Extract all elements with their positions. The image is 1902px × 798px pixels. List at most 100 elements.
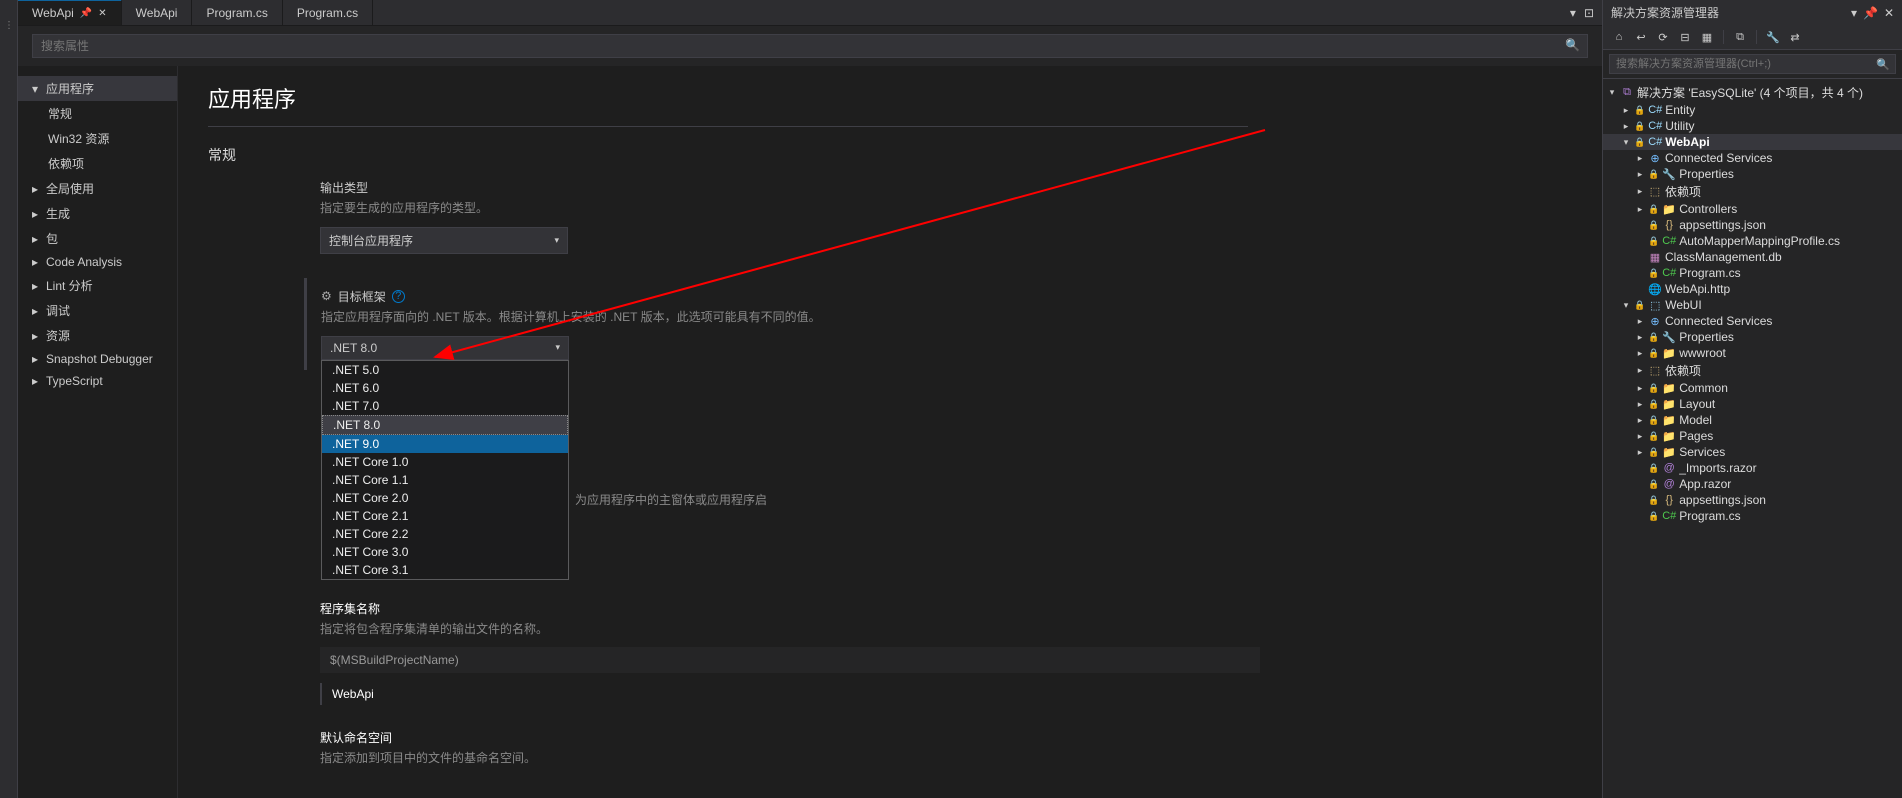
node-icon: {} xyxy=(1662,219,1676,231)
close-icon[interactable]: ✕ xyxy=(1884,6,1894,20)
maximize-icon[interactable]: ⊡ xyxy=(1584,6,1594,20)
default-namespace-label: 默认命名空间 xyxy=(320,729,1260,746)
framework-option[interactable]: .NET 9.0 xyxy=(322,435,568,453)
view-icon[interactable]: ⧉ xyxy=(1732,29,1748,45)
tree-item[interactable]: ▸⬚依赖项 xyxy=(1603,361,1902,380)
tree-item[interactable]: ▸🔒🔧Properties xyxy=(1603,329,1902,345)
solution-search-input[interactable] xyxy=(1609,54,1896,74)
pin-icon[interactable]: 📌 xyxy=(1863,6,1878,20)
solution-tree[interactable]: ▾⧉解决方案 'EasySQLite' (4 个项目，共 4 个)▸🔒C#Ent… xyxy=(1603,79,1902,798)
chevron-down-icon[interactable]: ▾ xyxy=(1851,6,1857,20)
close-icon[interactable]: ✕ xyxy=(98,8,106,19)
tree-item[interactable]: ▦ClassManagement.db xyxy=(1603,249,1902,265)
sidebar-item[interactable]: ▸全局使用 xyxy=(18,176,177,201)
sidebar-item[interactable]: ▸Lint 分析 xyxy=(18,273,177,298)
framework-option[interactable]: .NET Core 2.0 xyxy=(322,489,568,507)
framework-option[interactable]: .NET 6.0 xyxy=(322,379,568,397)
tree-item[interactable]: ▾🔒C#WebApi xyxy=(1603,134,1902,150)
tree-item[interactable]: ▸🔒📁Pages xyxy=(1603,428,1902,444)
preview-icon[interactable]: ⇄ xyxy=(1787,29,1803,45)
home-icon[interactable]: ⌂ xyxy=(1611,29,1627,45)
sidebar-item[interactable]: ▸Snapshot Debugger xyxy=(18,348,177,370)
framework-option[interactable]: .NET 8.0 xyxy=(322,415,568,435)
tree-item[interactable]: ▸⊕Connected Services xyxy=(1603,313,1902,329)
properties-icon[interactable]: 🔧 xyxy=(1765,29,1781,45)
framework-option[interactable]: .NET Core 3.0 xyxy=(322,543,568,561)
node-icon: ⬚ xyxy=(1648,185,1662,198)
node-icon: C# xyxy=(1648,104,1662,116)
assembly-name-value[interactable]: $(MSBuildProjectName) xyxy=(320,647,1260,673)
rail-icon[interactable]: ⋯ xyxy=(3,20,14,30)
lock-icon: 🔒 xyxy=(1634,105,1645,116)
tree-item[interactable]: ▸⬚依赖项 xyxy=(1603,182,1902,201)
tree-item[interactable]: ▸🔒📁Model xyxy=(1603,412,1902,428)
tree-item[interactable]: 🔒C#AutoMapperMappingProfile.cs xyxy=(1603,233,1902,249)
node-icon: 📁 xyxy=(1662,446,1676,459)
overflow-icon[interactable]: ▾ xyxy=(1570,6,1576,20)
sidebar-item[interactable]: ▸资源 xyxy=(18,323,177,348)
framework-option[interactable]: .NET 7.0 xyxy=(322,397,568,415)
search-icon[interactable]: 🔍 xyxy=(1876,58,1890,71)
tree-item[interactable]: ▸⊕Connected Services xyxy=(1603,150,1902,166)
tree-item[interactable]: 🔒@_Imports.razor xyxy=(1603,460,1902,476)
sidebar-item[interactable]: ▸生成 xyxy=(18,201,177,226)
framework-option[interactable]: .NET Core 3.1 xyxy=(322,561,568,579)
sidebar-item[interactable]: ▸包 xyxy=(18,226,177,251)
left-tool-rail[interactable]: ⋯ xyxy=(0,0,18,798)
property-page: 应用程序 常规 输出类型 指定要生成的应用程序的类型。 控制台应用程序▾ ⚙ 目… xyxy=(178,66,1602,798)
sidebar-item[interactable]: ▾应用程序 xyxy=(18,76,177,101)
editor-tab[interactable]: Program.cs xyxy=(192,0,282,25)
tree-item[interactable]: ▸🔒🔧Properties xyxy=(1603,166,1902,182)
lock-icon: 🔒 xyxy=(1648,399,1659,410)
target-framework-select[interactable]: .NET 8.0▾ xyxy=(321,336,569,360)
solution-node[interactable]: ▾⧉解决方案 'EasySQLite' (4 个项目，共 4 个) xyxy=(1603,83,1902,102)
framework-option[interactable]: .NET Core 2.2 xyxy=(322,525,568,543)
collapse-icon[interactable]: ⊟ xyxy=(1677,29,1693,45)
node-icon: ⬚ xyxy=(1648,299,1662,312)
sidebar-item[interactable]: ▸调试 xyxy=(18,298,177,323)
framework-option[interactable]: .NET Core 1.1 xyxy=(322,471,568,489)
property-categories: ▾应用程序常规Win32 资源依赖项▸全局使用▸生成▸包▸Code Analys… xyxy=(18,66,178,798)
help-icon[interactable]: ? xyxy=(392,290,405,303)
tree-item[interactable]: 🔒C#Program.cs xyxy=(1603,265,1902,281)
lock-icon: 🔒 xyxy=(1648,383,1659,394)
tree-item[interactable]: ▸🔒📁Layout xyxy=(1603,396,1902,412)
sidebar-item[interactable]: 常规 xyxy=(18,101,177,126)
tree-item[interactable]: 🔒C#Program.cs xyxy=(1603,508,1902,524)
sync-icon[interactable]: ⟳ xyxy=(1655,29,1671,45)
node-icon: C# xyxy=(1648,120,1662,132)
sidebar-item[interactable]: Win32 资源 xyxy=(18,126,177,151)
editor-tab[interactable]: WebApi📌✕ xyxy=(18,0,122,25)
tree-item[interactable]: ▸🔒📁Services xyxy=(1603,444,1902,460)
editor-tab[interactable]: WebApi xyxy=(122,0,193,25)
framework-option[interactable]: .NET 5.0 xyxy=(322,361,568,379)
sidebar-item[interactable]: ▸Code Analysis xyxy=(18,251,177,273)
tree-item[interactable]: 🔒{}appsettings.json xyxy=(1603,492,1902,508)
tree-item[interactable]: 🔒{}appsettings.json xyxy=(1603,217,1902,233)
tree-item[interactable]: 🌐WebApi.http xyxy=(1603,281,1902,297)
search-icon[interactable]: 🔍 xyxy=(1565,38,1580,52)
tree-item[interactable]: ▸🔒📁Controllers xyxy=(1603,201,1902,217)
tree-item[interactable]: ▸🔒📁wwwroot xyxy=(1603,345,1902,361)
framework-option[interactable]: .NET Core 1.0 xyxy=(322,453,568,471)
lock-icon: 🔒 xyxy=(1634,137,1645,148)
tree-item[interactable]: ▸🔒📁Common xyxy=(1603,380,1902,396)
tree-item[interactable]: ▸🔒C#Utility xyxy=(1603,118,1902,134)
show-all-icon[interactable]: ▦ xyxy=(1699,29,1715,45)
editor-tab[interactable]: Program.cs xyxy=(283,0,373,25)
framework-option[interactable]: .NET Core 2.1 xyxy=(322,507,568,525)
pin-icon[interactable]: 📌 xyxy=(80,8,92,19)
property-search-input[interactable] xyxy=(32,34,1588,58)
target-framework-dropdown[interactable]: .NET 5.0.NET 6.0.NET 7.0.NET 8.0.NET 9.0… xyxy=(321,360,569,580)
sidebar-item[interactable]: ▸TypeScript xyxy=(18,370,177,392)
sidebar-item[interactable]: 依赖项 xyxy=(18,151,177,176)
tree-item[interactable]: ▸🔒C#Entity xyxy=(1603,102,1902,118)
tree-item[interactable]: ▾🔒⬚WebUI xyxy=(1603,297,1902,313)
assembly-name-desc: 指定将包含程序集清单的输出文件的名称。 xyxy=(320,621,1260,638)
tree-item[interactable]: 🔒@App.razor xyxy=(1603,476,1902,492)
node-icon: 📁 xyxy=(1662,414,1676,427)
back-icon[interactable]: ↩ xyxy=(1633,29,1649,45)
page-title: 应用程序 xyxy=(208,82,1572,114)
output-type-select[interactable]: 控制台应用程序▾ xyxy=(320,227,568,254)
node-icon: ⊕ xyxy=(1648,315,1662,328)
